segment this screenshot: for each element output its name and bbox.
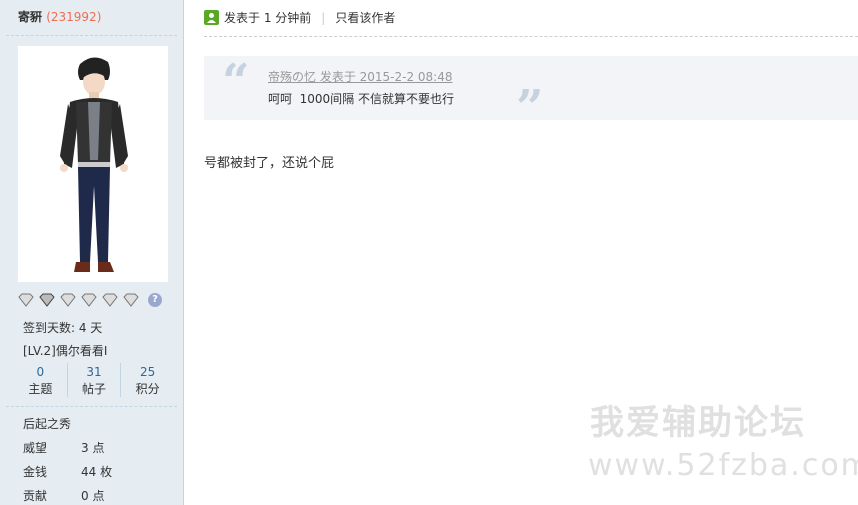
medal-icon[interactable] bbox=[123, 293, 139, 307]
open-quote-icon: “ bbox=[222, 54, 250, 110]
medal-icon[interactable] bbox=[81, 293, 97, 307]
sidebar-divider bbox=[6, 35, 177, 36]
profile-value: 44 枚 bbox=[81, 465, 113, 479]
online-icon bbox=[204, 10, 219, 25]
stat-number[interactable]: 25 bbox=[121, 363, 174, 381]
reply-text: 号都被封了，还说个屁 bbox=[204, 156, 335, 171]
stat-number[interactable]: 31 bbox=[68, 363, 121, 381]
stat-label: 帖子 bbox=[82, 382, 107, 396]
sign-days: 签到天数: 4 天 bbox=[23, 321, 103, 335]
profile-key: 威望 bbox=[23, 441, 48, 455]
quote-header-link[interactable]: 帝殇の忆 发表于 2015-2-2 08:48 bbox=[268, 68, 453, 85]
avatar-figure bbox=[60, 57, 128, 272]
post-time: 发表于 1 分钟前 bbox=[224, 11, 312, 25]
stat-label: 主题 bbox=[28, 382, 53, 396]
avatar[interactable] bbox=[18, 46, 168, 282]
watermark-url: www.52fzba.com bbox=[588, 448, 858, 483]
stat-number[interactable]: 0 bbox=[14, 363, 67, 381]
post-meta-bar: 发表于 1 分钟前 | 只看该作者 bbox=[204, 9, 395, 26]
quote-block: “ 帝殇の忆 发表于 2015-2-2 08:48 呵呵 1000间隔 不信就算… bbox=[204, 54, 858, 132]
user-id: (231992) bbox=[46, 10, 102, 24]
profile-value: 3 点 bbox=[81, 441, 105, 455]
watermark-title: 我爱辅助论坛 bbox=[590, 403, 806, 443]
user-level[interactable]: [LV.2]偶尔看看I bbox=[23, 342, 107, 359]
post-divider bbox=[204, 36, 858, 37]
medal-icon[interactable] bbox=[39, 293, 55, 307]
medal-icon[interactable] bbox=[102, 293, 118, 307]
user-title: 后起之秀 bbox=[23, 417, 72, 431]
stat-threads[interactable]: 0 主题 bbox=[14, 363, 68, 397]
help-icon[interactable]: ? bbox=[148, 293, 162, 307]
profile-key: 贡献 bbox=[23, 489, 48, 503]
only-author-link[interactable]: 只看该作者 bbox=[335, 9, 395, 26]
user-sidebar: 寄豣 (231992) ? 签到天数: 4 天 [LV.2]偶尔看看I 0 主题… bbox=[0, 0, 184, 505]
stat-label: 积分 bbox=[135, 382, 160, 396]
meta-divider: | bbox=[321, 10, 326, 25]
stat-credits[interactable]: 25 积分 bbox=[121, 363, 174, 397]
profile-row: 威望 3 点 bbox=[23, 439, 104, 456]
profile-key: 金钱 bbox=[23, 465, 48, 479]
username-text[interactable]: 寄豣 bbox=[18, 10, 42, 24]
stat-posts[interactable]: 31 帖子 bbox=[68, 363, 122, 397]
username[interactable]: 寄豣 (231992) bbox=[18, 8, 101, 25]
profile-row: 金钱 44 枚 bbox=[23, 463, 112, 480]
profile-row: 贡献 0 点 bbox=[23, 487, 104, 504]
medal-row: ? bbox=[18, 293, 162, 307]
user-stats: 0 主题 31 帖子 25 积分 bbox=[14, 363, 174, 397]
close-quote-icon: ” bbox=[516, 80, 544, 136]
medal-icon[interactable] bbox=[18, 293, 34, 307]
sidebar-divider bbox=[6, 406, 177, 407]
profile-value: 0 点 bbox=[81, 489, 105, 503]
quote-text: 呵呵 1000间隔 不信就算不要也行 bbox=[268, 92, 454, 106]
medal-icon[interactable] bbox=[60, 293, 76, 307]
